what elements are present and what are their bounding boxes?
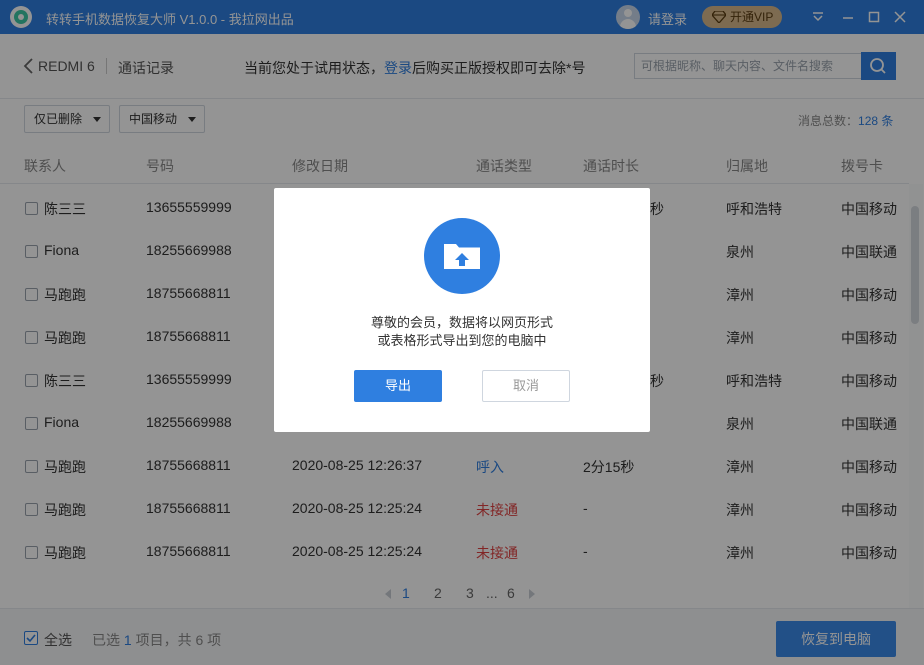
export-dialog: 尊敬的会员，数据将以网页形式 或表格形式导出到您的电脑中 导出 取消 (274, 188, 650, 432)
dialog-message-line-1: 尊敬的会员，数据将以网页形式 (370, 315, 553, 330)
export-button[interactable]: 导出 (354, 370, 442, 402)
dialog-message-line-2: 或表格形式导出到您的电脑中 (377, 333, 547, 348)
cancel-button[interactable]: 取消 (482, 370, 570, 402)
folder-upload-icon (424, 218, 500, 294)
